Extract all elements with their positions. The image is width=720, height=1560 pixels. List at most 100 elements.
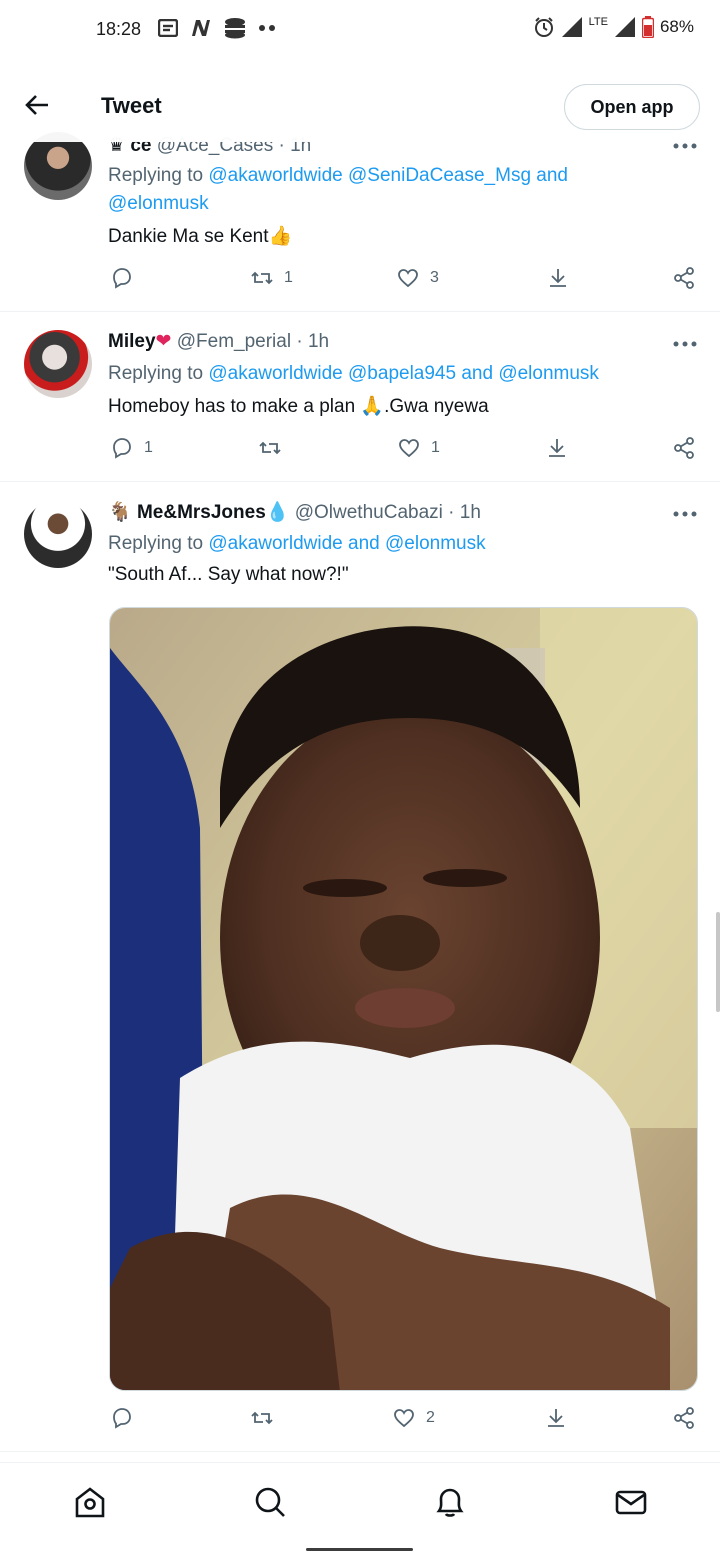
tweet[interactable]: ♛ ce @Ace_Cases · 1h Replying to @akawor…	[0, 120, 720, 312]
tweet-header: 🐐 Me&MrsJones💧 @OlwethuCabazi · 1h	[108, 500, 481, 524]
like-button[interactable]: 1	[397, 436, 440, 460]
mentions[interactable]: @akaworldwide @SeniDaCease_Msg and	[208, 165, 568, 186]
replying-prefix: Replying to	[108, 165, 204, 186]
heart-icon	[398, 269, 418, 288]
replying-prefix: Replying to	[108, 533, 204, 554]
display-name[interactable]: Miley	[108, 331, 156, 352]
share-button[interactable]	[672, 266, 696, 290]
like-count: 3	[430, 269, 439, 286]
reply-button[interactable]	[110, 266, 144, 290]
signal-2-icon	[614, 17, 635, 37]
replying-to: Replying to @akaworldwide @SeniDaCease_M…	[108, 162, 668, 218]
signal-icon	[561, 17, 582, 37]
download-icon	[549, 439, 565, 457]
goat-icon: 🐐	[108, 502, 132, 523]
user-handle[interactable]: @Fem_perial	[177, 331, 291, 352]
tweet-time: · 1h	[296, 331, 330, 352]
retweet-button[interactable]	[258, 436, 292, 460]
heart-icon	[399, 439, 419, 458]
tweet-text-tail: .Gwa nyewa	[384, 396, 489, 417]
retweet-icon	[251, 271, 273, 285]
avatar[interactable]	[24, 500, 92, 568]
avatar[interactable]	[24, 132, 92, 200]
stack-app-icon	[225, 18, 245, 39]
mail-icon[interactable]	[614, 1485, 648, 1519]
retweet-icon	[251, 1411, 273, 1425]
like-button[interactable]: 3	[396, 266, 439, 290]
back-arrow-icon[interactable]	[24, 92, 50, 118]
like-button[interactable]: 2	[392, 1406, 435, 1430]
share-icon	[674, 1407, 694, 1429]
search-icon[interactable]	[253, 1485, 287, 1519]
save-button[interactable]	[546, 266, 570, 290]
retweet-button[interactable]	[250, 1406, 274, 1430]
bell-icon[interactable]	[433, 1485, 467, 1519]
reply-count: 1	[144, 439, 153, 456]
mentions[interactable]: @akaworldwide and @elonmusk	[208, 533, 485, 554]
n-app-icon	[192, 20, 210, 36]
avatar[interactable]	[24, 330, 92, 398]
praying-hands-emoji: 🙏	[360, 396, 385, 417]
tweet-actions: 1 1	[0, 436, 720, 466]
more-icon[interactable]	[672, 142, 698, 150]
reply-button[interactable]: 1	[110, 436, 153, 460]
alarm-icon	[534, 17, 553, 37]
share-icon	[674, 267, 694, 289]
user-handle[interactable]: @OlwethuCabazi	[295, 502, 443, 523]
share-button[interactable]	[672, 1406, 696, 1430]
status-bar: 18:28 LTE 68%	[0, 0, 720, 60]
mentions[interactable]: @akaworldwide @bapela945 and @elonmusk	[208, 363, 599, 384]
battery-icon	[641, 16, 654, 38]
reply-icon	[113, 1408, 131, 1429]
like-count: 1	[431, 439, 440, 456]
bottom-nav	[0, 1462, 720, 1538]
thumbs-up-emoji: 👍	[268, 226, 293, 247]
like-count: 2	[426, 1409, 435, 1426]
reply-icon	[113, 438, 131, 459]
news-icon	[158, 19, 178, 37]
reply-icon	[113, 268, 131, 289]
status-time: 18:28	[96, 19, 142, 39]
retweet-button[interactable]: 1	[250, 266, 293, 290]
tweet-time: · 1h	[448, 502, 481, 523]
save-button[interactable]	[545, 436, 569, 460]
notification-icons	[158, 17, 276, 39]
tweet-text: Dankie Ma se Kent👍	[108, 224, 292, 248]
replying-to: Replying to @akaworldwide and @elonmusk	[108, 530, 668, 558]
battery-percent: 68%	[659, 17, 694, 36]
scrollbar[interactable]	[716, 912, 720, 1012]
tweet-header: Miley❤ @Fem_perial · 1h	[108, 330, 329, 353]
download-icon	[550, 269, 566, 287]
system-status: LTE 68%	[533, 16, 694, 38]
replying-prefix: Replying to	[108, 363, 204, 384]
toddler-photo	[110, 608, 697, 1390]
more-icon[interactable]	[672, 510, 698, 518]
tweet-media-photo[interactable]	[109, 607, 698, 1391]
tweet-text: Homeboy has to make a plan 🙏.Gwa nyewa	[108, 394, 489, 418]
open-app-button[interactable]: Open app	[564, 84, 700, 130]
retweet-count: 1	[284, 269, 293, 286]
download-icon	[548, 1409, 564, 1427]
more-notifications-icon	[259, 25, 275, 31]
more-icon[interactable]	[672, 340, 698, 348]
top-bar: Tweet Open app	[0, 60, 720, 142]
tweet-text: "South Af... Say what now?!"	[108, 564, 349, 585]
replying-to: Replying to @akaworldwide @bapela945 and…	[108, 360, 668, 388]
heart-icon	[394, 1409, 414, 1428]
tweet[interactable]: Miley❤ @Fem_perial · 1h Replying to @aka…	[0, 312, 720, 482]
display-name[interactable]: Me&MrsJones	[137, 502, 266, 523]
tweet-actions: 2	[0, 1406, 720, 1436]
share-button[interactable]	[672, 436, 696, 460]
tweet-actions: 1 3	[0, 266, 720, 296]
home-indicator[interactable]	[306, 1548, 413, 1551]
red-heart-emoji: ❤	[155, 331, 172, 352]
tweet-text-body: Dankie Ma se Kent	[108, 226, 269, 247]
home-icon[interactable]	[73, 1485, 107, 1519]
droplet-emoji: 💧	[265, 502, 290, 523]
tweet-text-body: Homeboy has to make a plan	[108, 396, 356, 417]
save-button[interactable]	[544, 1406, 568, 1430]
network-label: LTE	[588, 15, 608, 28]
reply-button[interactable]	[110, 1406, 134, 1430]
mention-elonmusk[interactable]: @elonmusk	[108, 193, 209, 214]
retweet-icon	[259, 441, 281, 455]
